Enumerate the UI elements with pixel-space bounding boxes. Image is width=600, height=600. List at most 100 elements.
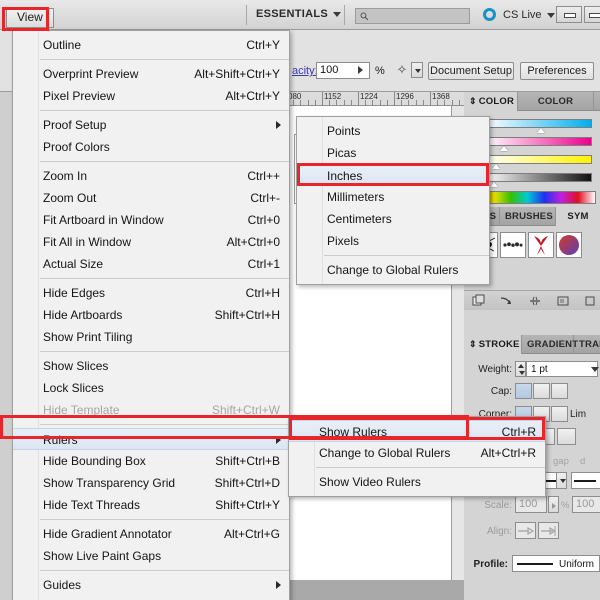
view-menu-item-guides[interactable]: Guides <box>13 574 289 596</box>
view-menu-item-overprint-preview[interactable]: Overprint Preview Alt+Shift+Ctrl+Y <box>13 63 289 85</box>
restore-window-button[interactable] <box>584 6 600 23</box>
submenu-arrow-icon <box>276 436 281 444</box>
units-menu-item-picas[interactable]: Picas <box>297 142 489 164</box>
weight-value[interactable]: 1 pt <box>526 361 598 377</box>
view-menu-item-show-print-tiling[interactable]: Show Print Tiling <box>13 326 289 348</box>
tab-symbols[interactable]: SYM <box>556 207 600 226</box>
view-menu-item-rulers[interactable]: Rulers <box>13 428 289 450</box>
tab-transparency[interactable]: TRAN <box>574 335 600 354</box>
channel-slider-c[interactable] <box>537 128 545 133</box>
units-menu-item-inches[interactable]: Inches <box>297 164 489 186</box>
units-menu-item-change-to-global-rulers[interactable]: Change to Global Rulers <box>297 259 489 281</box>
recolor-artwork-icon[interactable]: ✧ <box>393 62 411 78</box>
tab-gradient[interactable]: GRADIENT <box>522 335 578 354</box>
channel-bar-c[interactable] <box>484 119 592 128</box>
view-menu-item-hide-artboards[interactable]: Hide Artboards Shift+Ctrl+H <box>13 304 289 326</box>
horizontal-ruler[interactable]: 080 1152 1224 1296 1368 <box>286 92 464 106</box>
color-channel-y[interactable]: Y <box>472 154 596 169</box>
view-menu-item-zoom-in[interactable]: Zoom In Ctrl++ <box>13 165 289 187</box>
menu-item-label: Inches <box>327 169 363 183</box>
view-menu-item-hide-text-threads[interactable]: Hide Text Threads Shift+Ctrl+Y <box>13 494 289 516</box>
view-menu-item-hide-bounding-box[interactable]: Hide Bounding Box Shift+Ctrl+B <box>13 450 289 472</box>
scale-start-input[interactable]: 100 <box>515 496 547 513</box>
scale-end-input[interactable]: 100 <box>572 496 600 513</box>
preferences-button[interactable]: Preferences <box>520 62 594 80</box>
menu-item-label: Points <box>327 124 361 138</box>
symbol-ribbon-brush[interactable] <box>528 232 554 258</box>
view-menu-item-proof-setup[interactable]: Proof Setup <box>13 114 289 136</box>
workspace-switcher[interactable]: ESSENTIALS <box>256 8 342 20</box>
channel-bar-m[interactable] <box>484 137 592 146</box>
bevel-join-button[interactable] <box>551 406 568 422</box>
view-menu-item-fit-artboard-in-window[interactable]: Fit Artboard in Window Ctrl+0 <box>13 209 289 231</box>
color-channel-m[interactable]: M <box>472 136 596 151</box>
view-menu-item-hide-edges[interactable]: Hide Edges Ctrl+H <box>13 282 289 304</box>
channel-slider-k[interactable] <box>490 182 498 187</box>
color-spectrum-bar[interactable] <box>476 191 596 204</box>
place-arrow-tip-button[interactable] <box>538 522 559 539</box>
symbol-options-icon[interactable] <box>556 294 570 308</box>
tab-color[interactable]: ⇕ COLOR <box>464 92 518 111</box>
symbol-dotted-brush[interactable] <box>500 232 526 258</box>
minimize-window-button[interactable] <box>556 6 582 23</box>
panel-grip-icon: ⇕ <box>469 339 477 349</box>
color-channel-c[interactable]: C <box>472 118 596 133</box>
tab-brushes[interactable]: BRUSHES <box>500 207 556 226</box>
butt-cap-button[interactable] <box>515 383 532 399</box>
units-menu-item-millimeters[interactable]: Millimeters <box>297 186 489 208</box>
search-input[interactable] <box>355 8 470 24</box>
view-menu-item-lock-slices[interactable]: Lock Slices <box>13 377 289 399</box>
view-menu-item-hide-gradient-annotator[interactable]: Hide Gradient Annotator Alt+Ctrl+G <box>13 523 289 545</box>
units-menu-item-pixels[interactable]: Pixels <box>297 230 489 252</box>
rulers-menu-item-change-to-global-rulers[interactable]: Change to Global Rulers Alt+Ctrl+R <box>289 442 545 464</box>
scale-unit: % <box>561 500 570 511</box>
new-symbol-icon[interactable] <box>584 294 596 308</box>
arrowhead-start-dropdown[interactable] <box>556 472 567 489</box>
cs-live-button[interactable]: CS Live <box>503 9 555 21</box>
extend-arrow-tip-button[interactable] <box>515 522 536 539</box>
view-menu-item-pixel-preview[interactable]: Pixel Preview Alt+Ctrl+Y <box>13 85 289 107</box>
channel-bar-y[interactable] <box>484 155 592 164</box>
align-stroke-outside-button[interactable] <box>557 428 576 445</box>
channel-bar-k[interactable] <box>484 173 592 182</box>
document-setup-button[interactable]: Document Setup <box>428 62 514 80</box>
rulers-menu-item-show-rulers[interactable]: Show Rulers Ctrl+R <box>289 420 545 442</box>
view-menu-item-actual-size[interactable]: Actual Size Ctrl+1 <box>13 253 289 275</box>
ruler-tick-label: 1152 <box>324 92 342 101</box>
units-menu-item-centimeters[interactable]: Centimeters <box>297 208 489 230</box>
projecting-cap-button[interactable] <box>551 383 568 399</box>
channel-slider-y[interactable] <box>492 164 500 169</box>
units-menu-item-points[interactable]: Points <box>297 120 489 142</box>
tab-color-guide[interactable]: COLOR GUIDE <box>518 92 594 126</box>
arrowhead-end-select[interactable] <box>571 472 600 489</box>
place-symbol-icon[interactable] <box>500 294 514 308</box>
view-menu-item-show-slices[interactable]: Show Slices <box>13 355 289 377</box>
recolor-dropdown-button[interactable] <box>411 62 423 78</box>
chevron-down-icon <box>560 479 566 483</box>
channel-slider-m[interactable] <box>500 146 508 151</box>
view-menu-item-show-live-paint-gaps[interactable]: Show Live Paint Gaps <box>13 545 289 567</box>
profile-select[interactable]: Uniform <box>512 555 600 572</box>
scale-start-stepper[interactable] <box>548 496 559 513</box>
menu-item-label: Show Slices <box>43 359 109 373</box>
view-menu-item-fit-all-in-window[interactable]: Fit All in Window Alt+Ctrl+0 <box>13 231 289 253</box>
view-menu-item-smart-guides[interactable]: Smart Guides✓Ctrl+U <box>13 596 289 600</box>
symbol-sphere[interactable] <box>556 232 582 258</box>
rulers-menu-item-show-video-rulers[interactable]: Show Video Rulers <box>289 471 545 493</box>
menu-item-label: Change to Global Rulers <box>327 263 459 277</box>
view-menu-item-hide-template: Hide Template Shift+Ctrl+W <box>13 399 289 421</box>
view-menu-button[interactable]: View <box>6 8 54 28</box>
opacity-stepper-icon[interactable] <box>358 66 363 74</box>
menu-item-shortcut: Alt+Ctrl+G <box>223 527 280 541</box>
menu-item-label: Proof Colors <box>43 140 110 154</box>
view-menu-item-show-transparency-grid[interactable]: Show Transparency Grid Shift+Ctrl+D <box>13 472 289 494</box>
color-channel-k[interactable]: K <box>472 172 596 187</box>
round-cap-button[interactable] <box>533 383 550 399</box>
weight-stepper[interactable] <box>515 361 526 377</box>
symbol-libraries-icon[interactable] <box>472 294 486 308</box>
view-menu-item-zoom-out[interactable]: Zoom Out Ctrl+- <box>13 187 289 209</box>
break-link-icon[interactable] <box>528 294 542 308</box>
view-menu-item-proof-colors[interactable]: Proof Colors <box>13 136 289 158</box>
view-menu-item-outline[interactable]: Outline Ctrl+Y <box>13 34 289 56</box>
tab-stroke[interactable]: ⇕ STROKE <box>464 335 522 354</box>
